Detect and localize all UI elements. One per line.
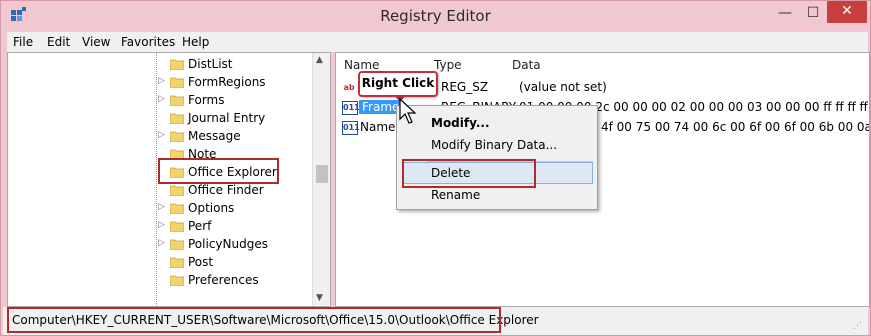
binary-value-icon: 011	[342, 101, 360, 115]
tree-item-label: Preferences	[188, 273, 259, 287]
minimize-button[interactable]: —	[771, 3, 799, 23]
context-menu-rename[interactable]: Rename	[431, 188, 480, 202]
delete-highlight-box	[402, 159, 536, 188]
folder-icon	[170, 113, 184, 124]
tree-item-label: FormRegions	[188, 75, 266, 89]
maximize-button[interactable]: ☐	[799, 3, 827, 23]
tree-item-label: Journal Entry	[188, 111, 266, 125]
tree-item-options[interactable]: ▷ Options	[158, 200, 318, 218]
folder-icon	[170, 239, 184, 250]
menu-view[interactable]: View	[82, 35, 110, 49]
scroll-down-icon[interactable]: ▼	[316, 293, 323, 303]
folder-icon	[170, 131, 184, 142]
context-menu-modify[interactable]: Modify...	[431, 116, 490, 130]
column-header-name[interactable]: Name	[344, 58, 379, 72]
tree-item-label: Office Finder	[188, 183, 264, 197]
tree-item-distlist[interactable]: DistList	[158, 56, 318, 74]
menu-favorites[interactable]: Favorites	[121, 35, 175, 49]
tree-item-message[interactable]: ▷ Message	[158, 128, 318, 146]
folder-icon	[170, 77, 184, 88]
status-bar: Computer\HKEY_CURRENT_USER\Software\Micr…	[3, 307, 868, 335]
tree-item-label: Message	[188, 129, 241, 143]
tree-item-post[interactable]: Post	[158, 254, 318, 272]
value-data: (value not set)	[519, 80, 607, 94]
folder-icon	[170, 59, 184, 70]
tree-connector-line	[156, 53, 157, 306]
expand-arrow-icon[interactable]: ▷	[158, 220, 165, 230]
scroll-up-icon[interactable]: ▲	[316, 55, 323, 65]
folder-icon	[170, 221, 184, 232]
tree-item-label: DistList	[188, 57, 233, 71]
title-bar[interactable]: Registry Editor — ☐ ✕	[1, 1, 870, 31]
tree-item-office-finder[interactable]: Office Finder	[158, 182, 318, 200]
expand-arrow-icon[interactable]: ▷	[158, 238, 165, 248]
tree-item-forms[interactable]: ▷ Forms	[158, 92, 318, 110]
expand-arrow-icon[interactable]: ▷	[158, 130, 165, 140]
column-header-type[interactable]: Type	[434, 58, 462, 72]
window-title: Registry Editor	[380, 7, 491, 25]
callout-text: Right Click	[361, 76, 435, 90]
right-click-callout: Right Click	[358, 71, 438, 97]
tree-item-journal-entry[interactable]: Journal Entry	[158, 110, 318, 128]
string-value-icon: ab	[343, 83, 355, 92]
tree-item-label: Perf	[188, 219, 212, 233]
tree-item-label: Options	[188, 201, 235, 215]
tree-scrollbar[interactable]: ▲ ▼	[312, 53, 330, 306]
folder-icon	[170, 185, 184, 196]
office-explorer-highlight-box	[158, 158, 279, 184]
expand-arrow-icon[interactable]: ▷	[158, 94, 165, 104]
tree-item-label: PolicyNudges	[188, 237, 268, 251]
folder-icon	[170, 275, 184, 286]
context-menu-modify-binary[interactable]: Modify Binary Data...	[431, 138, 557, 152]
folder-icon	[170, 95, 184, 106]
tree-item-label: Forms	[188, 93, 225, 107]
menu-edit[interactable]: Edit	[47, 35, 70, 49]
scroll-thumb[interactable]	[316, 165, 328, 183]
binary-value-icon: 011	[342, 121, 360, 135]
menu-bar: File Edit View Favorites Help	[7, 32, 868, 52]
tree-item-policynudges[interactable]: ▷ PolicyNudges	[158, 236, 318, 254]
menu-help[interactable]: Help	[182, 35, 209, 49]
value-type: REG_SZ	[441, 80, 489, 94]
resize-grip-icon[interactable]: ⋰	[853, 321, 862, 331]
expand-arrow-icon[interactable]: ▷	[158, 76, 165, 86]
menu-file[interactable]: File	[13, 35, 33, 49]
tree-item-perf[interactable]: ▷ Perf	[158, 218, 318, 236]
close-button[interactable]: ✕	[827, 1, 867, 23]
tree-item-preferences[interactable]: Preferences	[158, 272, 318, 290]
column-header-data[interactable]: Data	[512, 58, 541, 72]
folder-icon	[170, 203, 184, 214]
mouse-pointer-icon	[399, 97, 417, 124]
context-menu: Modify... Modify Binary Data... Delete R…	[396, 105, 598, 210]
folder-icon	[170, 257, 184, 268]
tree-item-label: Post	[188, 255, 214, 269]
status-path-highlight-box	[7, 307, 501, 333]
value-data: 4f 00 75 00 74 00 6c 00 6f 00 6f 00 6b 0…	[601, 120, 869, 134]
tree-item-formregions[interactable]: ▷ FormRegions	[158, 74, 318, 92]
expand-arrow-icon[interactable]: ▷	[158, 202, 165, 212]
